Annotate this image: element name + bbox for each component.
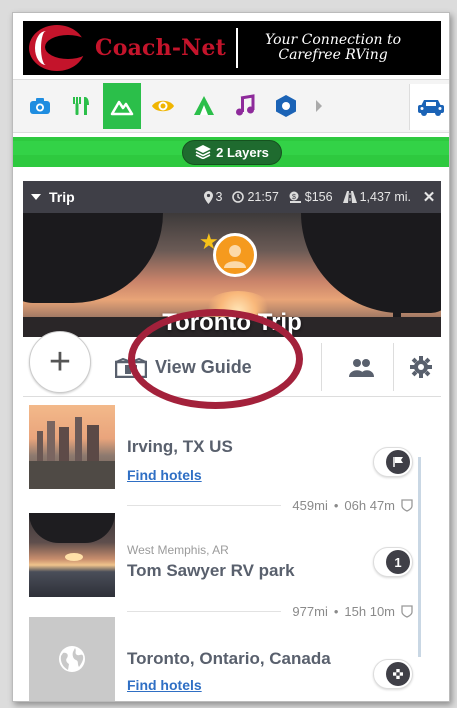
layers-button[interactable]: 2 Layers xyxy=(182,139,282,165)
cost-value: $156 xyxy=(304,190,333,204)
stop-name[interactable]: Toronto, Ontario, Canada xyxy=(127,649,331,669)
pin-icon xyxy=(203,190,213,204)
find-hotels-link[interactable]: Find hotels xyxy=(127,677,202,693)
mountain-icon xyxy=(110,100,134,116)
brand-name: Coach-Net xyxy=(95,35,227,61)
stops-count: 3 xyxy=(203,190,223,204)
trip-avatar[interactable] xyxy=(213,233,257,277)
stop-name[interactable]: Irving, TX US xyxy=(127,437,233,457)
hero-tree-left xyxy=(23,213,163,303)
stop-thumbnail xyxy=(29,405,115,489)
highlight-circle xyxy=(128,309,303,409)
close-trip-icon[interactable]: ✕ xyxy=(421,188,437,206)
stop-item[interactable]: Toronto, Ontario, Canada Find hotels xyxy=(23,609,441,701)
tent-icon xyxy=(194,96,214,115)
brand-tagline: Your Connection to Carefree RVing xyxy=(265,32,402,63)
stop-name[interactable]: Tom Sawyer RV park xyxy=(127,561,295,581)
stop-location: West Memphis, AR xyxy=(127,543,229,557)
category-bar xyxy=(13,79,449,133)
flag-icon xyxy=(386,450,410,474)
svg-text:$: $ xyxy=(292,194,296,201)
stop-thumbnail xyxy=(29,513,115,597)
trip-settings-button[interactable] xyxy=(401,349,441,385)
hero-tree-right xyxy=(301,213,441,313)
coach-net-banner[interactable]: Coach-Net Your Connection to Carefree RV… xyxy=(23,21,441,75)
road-icon xyxy=(342,191,357,203)
stop-thumbnail-placeholder xyxy=(29,617,115,701)
trip-distance: 1,437 mi. xyxy=(342,190,411,204)
chevron-right-icon xyxy=(316,100,322,112)
category-services[interactable] xyxy=(267,83,305,129)
trip-cost: $ $156 xyxy=(289,190,333,204)
stop-item[interactable]: Irving, TX US Find hotels xyxy=(23,397,441,489)
trip-duration: 21:57 xyxy=(232,190,279,204)
trip-label: Trip xyxy=(49,189,75,205)
checkered-flag-icon xyxy=(386,662,410,686)
stop-item[interactable]: West Memphis, AR Tom Sawyer RV park 1 xyxy=(23,505,441,597)
stops-value: 3 xyxy=(215,190,223,204)
banner-divider xyxy=(236,28,239,68)
camera-icon xyxy=(30,98,50,114)
user-icon xyxy=(224,245,246,268)
stop-marker-start[interactable] xyxy=(373,447,413,477)
people-icon xyxy=(349,359,374,377)
stop-number: 1 xyxy=(386,550,410,574)
category-dining[interactable] xyxy=(62,83,100,129)
trip-stops-list: Irving, TX US Find hotels 459mi • 06h 47… xyxy=(23,397,441,701)
layers-label: 2 Layers xyxy=(216,144,269,160)
duration-value: 21:57 xyxy=(247,190,279,204)
category-camping[interactable] xyxy=(185,83,223,129)
action-divider xyxy=(393,343,394,391)
distance-value: 1,437 mi. xyxy=(359,190,411,204)
category-scroll-right[interactable] xyxy=(308,83,330,129)
stop-marker-1[interactable]: 1 xyxy=(373,547,413,577)
gear-icon xyxy=(410,356,432,378)
layers-bar: 2 Layers xyxy=(13,137,449,167)
car-icon xyxy=(417,100,444,116)
vehicle-button[interactable] xyxy=(409,84,449,130)
music-icon xyxy=(236,94,255,116)
trip-header: Trip 3 21:57 $ $156 1,437 mi. ✕ xyxy=(23,181,441,213)
caret-down-icon xyxy=(31,194,41,200)
clock-icon xyxy=(232,191,245,203)
add-stop-button[interactable]: + xyxy=(29,331,91,393)
globe-icon xyxy=(59,646,85,672)
category-outdoors[interactable] xyxy=(103,83,141,129)
category-entertainment[interactable] xyxy=(226,83,264,129)
category-sights[interactable] xyxy=(144,83,182,129)
app-frame: Coach-Net Your Connection to Carefree RV… xyxy=(12,12,450,702)
action-divider xyxy=(321,343,322,391)
fuel-cost-icon: $ xyxy=(289,191,301,203)
layers-icon xyxy=(195,145,212,159)
find-hotels-link[interactable]: Find hotels xyxy=(127,467,202,483)
stop-marker-end[interactable] xyxy=(373,659,413,689)
favorite-star-icon: ★ xyxy=(199,229,219,254)
dining-icon xyxy=(73,97,89,115)
category-camera[interactable] xyxy=(21,83,59,129)
hexagon-icon xyxy=(276,95,296,117)
eye-icon xyxy=(152,100,174,112)
coach-net-logo xyxy=(27,23,91,73)
trip-toggle[interactable]: Trip xyxy=(23,189,75,205)
share-travelers-button[interactable] xyxy=(341,349,381,385)
